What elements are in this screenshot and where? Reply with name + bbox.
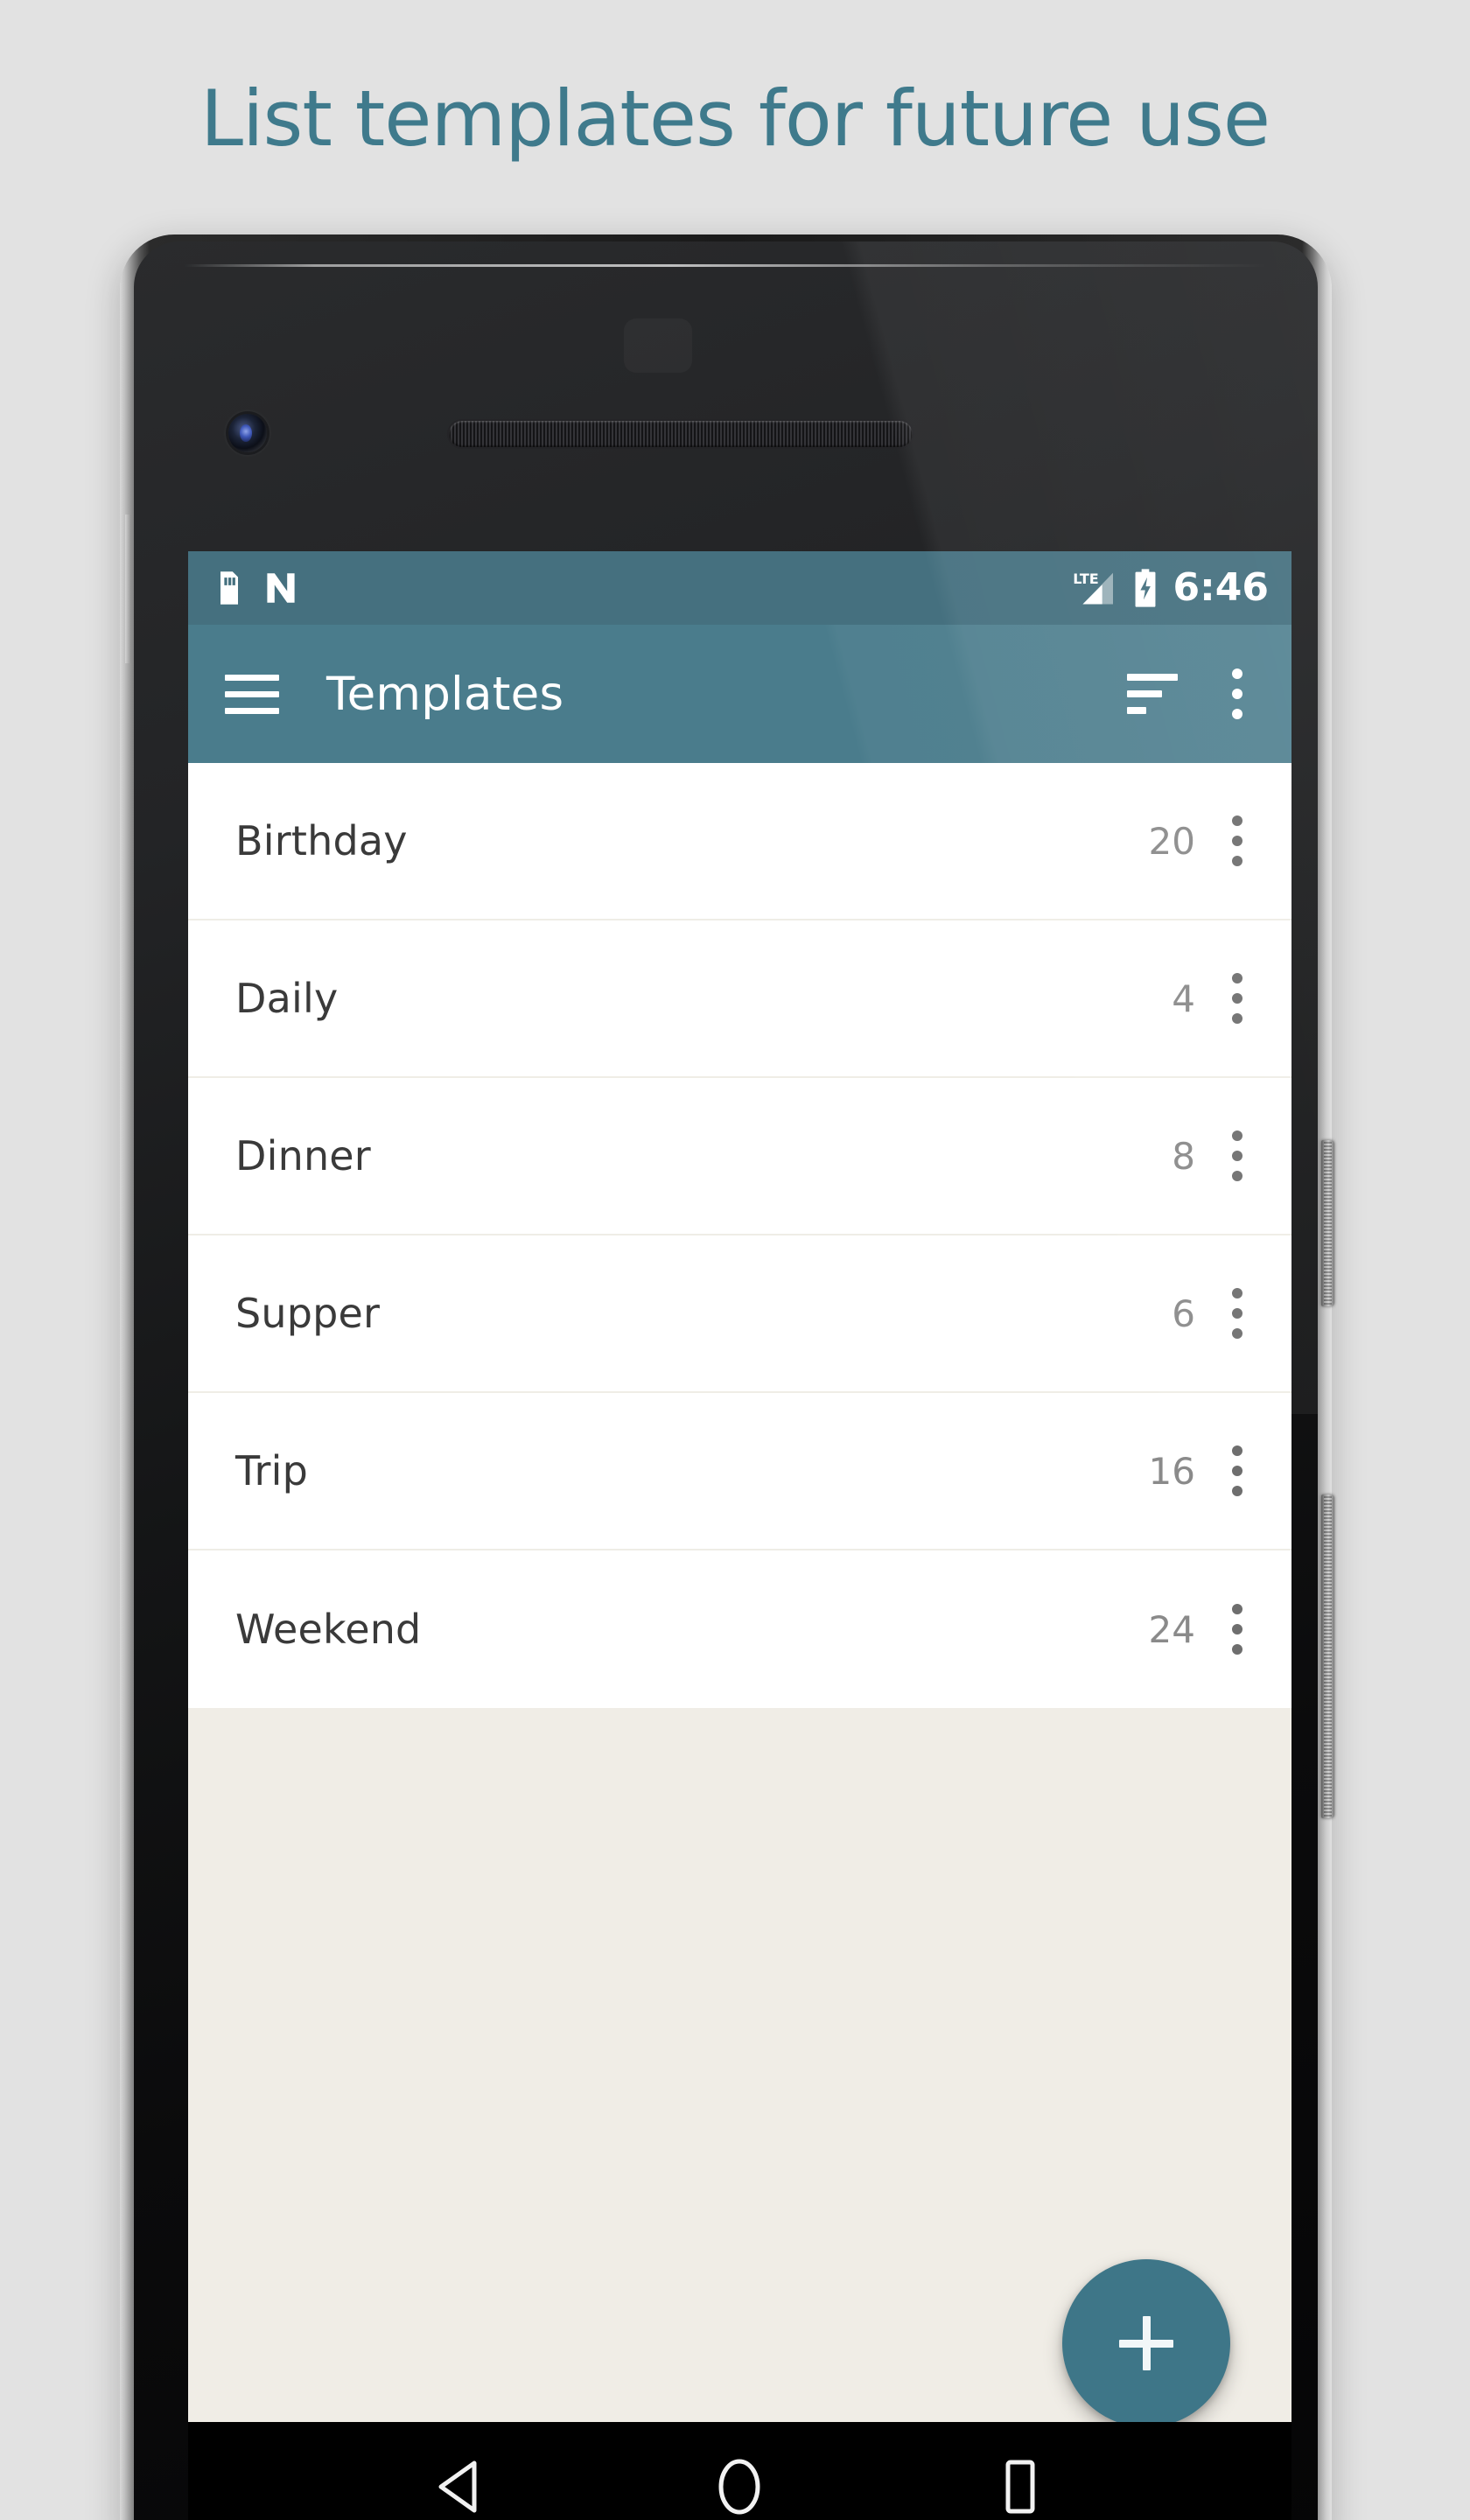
sort-icon[interactable] [1127, 666, 1183, 722]
overflow-menu-icon[interactable] [1213, 662, 1262, 725]
plus-icon [1119, 2316, 1173, 2370]
template-name: Trip [235, 1447, 309, 1494]
sort-line [1127, 707, 1146, 714]
template-list-item[interactable]: Trip 16 [188, 1393, 1292, 1550]
phone-screen: LTE 6:46 Templates Birthday 20 Daily 4 D… [188, 551, 1292, 2520]
template-list-item[interactable]: Dinner 8 [188, 1078, 1292, 1236]
device-front-glass: LTE 6:46 Templates Birthday 20 Daily 4 D… [134, 242, 1318, 2520]
row-overflow-menu-icon[interactable] [1213, 1278, 1262, 1349]
signal-bars-icon: LTE [1072, 570, 1117, 606]
sort-line [1127, 690, 1162, 697]
hamburger-menu-icon[interactable] [225, 666, 281, 722]
overflow-dot [1232, 836, 1242, 846]
template-item-count: 20 [1148, 819, 1195, 863]
recents-square-icon[interactable] [968, 2434, 1073, 2520]
overflow-dot [1232, 689, 1242, 699]
template-list-item[interactable]: Supper 6 [188, 1236, 1292, 1393]
row-overflow-menu-icon[interactable] [1213, 1120, 1262, 1192]
glass-highlight [185, 264, 1267, 267]
overflow-dot [1232, 993, 1242, 1004]
app-bar-title: Templates [326, 667, 564, 721]
overflow-dot [1232, 1288, 1242, 1298]
home-circle-icon[interactable] [687, 2434, 792, 2520]
page-title: List templates for future use [200, 74, 1270, 164]
sim-card-icon [216, 571, 242, 605]
row-overflow-menu-icon[interactable] [1213, 805, 1262, 877]
template-name: Daily [235, 975, 339, 1022]
template-item-count: 8 [1172, 1134, 1195, 1178]
status-bar-clock: 6:46 [1172, 565, 1269, 610]
earpiece-speaker [449, 421, 913, 447]
overflow-dot [1232, 1466, 1242, 1476]
template-list-item[interactable]: Daily 4 [188, 920, 1292, 1078]
template-list-item[interactable]: Birthday 20 [188, 763, 1292, 920]
template-item-count: 16 [1148, 1449, 1195, 1493]
app-bar: Templates [188, 625, 1292, 763]
overflow-dot [1232, 668, 1242, 679]
overflow-dot [1232, 1171, 1242, 1181]
sort-line [1127, 674, 1178, 681]
android-navigation-bar [188, 2422, 1292, 2520]
battery-charging-icon [1133, 569, 1158, 607]
menu-line [225, 690, 279, 697]
svg-text:LTE: LTE [1073, 570, 1098, 587]
overflow-dot [1232, 1151, 1242, 1161]
back-triangle-icon[interactable] [407, 2434, 512, 2520]
template-list: Birthday 20 Daily 4 Dinner 8 Supper 6 Trip 16 Week… [188, 763, 1292, 1708]
menu-line [225, 707, 279, 714]
template-list-item[interactable]: Weekend 24 [188, 1550, 1292, 1708]
overflow-dot [1232, 1328, 1242, 1339]
phone-device-mockup: LTE 6:46 Templates Birthday 20 Daily 4 D… [120, 234, 1334, 2520]
overflow-dot [1232, 1624, 1242, 1634]
template-item-count: 24 [1148, 1607, 1195, 1651]
overflow-dot [1232, 973, 1242, 984]
overflow-dot [1232, 1308, 1242, 1319]
overflow-dot [1232, 816, 1242, 826]
overflow-dot [1232, 709, 1242, 719]
power-button[interactable] [1321, 1140, 1334, 1306]
template-name: Dinner [235, 1132, 371, 1180]
overflow-dot [1232, 1013, 1242, 1024]
menu-line [225, 674, 279, 681]
add-template-fab[interactable] [1062, 2259, 1230, 2427]
overflow-dot [1232, 1644, 1242, 1655]
app-bar-actions [1127, 662, 1262, 725]
template-name: Birthday [235, 817, 408, 864]
row-overflow-menu-icon[interactable] [1213, 1435, 1262, 1507]
proximity-sensor [624, 318, 692, 373]
overflow-dot [1232, 1130, 1242, 1141]
template-item-count: 4 [1172, 976, 1195, 1020]
android-n-logo-icon [265, 572, 297, 604]
status-bar-left-icons [216, 571, 297, 605]
overflow-dot [1232, 1486, 1242, 1496]
status-bar-right-icons: LTE 6:46 [1072, 569, 1269, 607]
overflow-dot [1232, 1446, 1242, 1456]
device-left-seam [125, 514, 131, 663]
overflow-dot [1232, 1604, 1242, 1614]
row-overflow-menu-icon[interactable] [1213, 1593, 1262, 1665]
template-name: Weekend [235, 1606, 422, 1653]
overflow-dot [1232, 856, 1242, 866]
row-overflow-menu-icon[interactable] [1213, 962, 1262, 1034]
status-bar: LTE 6:46 [188, 551, 1292, 625]
volume-button[interactable] [1321, 1494, 1334, 1818]
front-camera [228, 414, 267, 452]
template-item-count: 6 [1172, 1292, 1195, 1335]
template-name: Supper [235, 1290, 381, 1337]
